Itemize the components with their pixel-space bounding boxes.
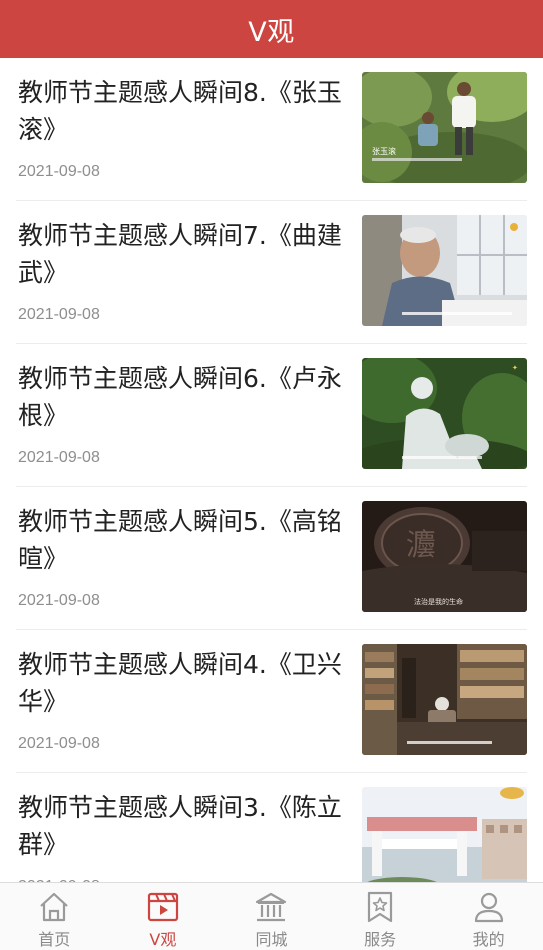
article-date: 2021-09-08 — [18, 735, 100, 752]
tab-label: 我的 — [472, 930, 505, 949]
article-thumbnail[interactable] — [362, 644, 527, 755]
star-bookmark-icon — [367, 891, 393, 923]
list-item[interactable]: 教师节主题感人瞬间5.《高铭暄》 2021-09-08 灋 法治是我的生命 — [16, 487, 527, 630]
tab-v-guan[interactable]: V观 — [109, 883, 218, 950]
home-icon — [40, 892, 69, 922]
list-item[interactable]: 教师节主题感人瞬间7.《曲建武》 2021-09-08 — [16, 201, 527, 344]
tab-label: V观 — [149, 930, 177, 949]
video-list[interactable]: 教师节主题感人瞬间8.《张玉滚》 2021-09-08 张玉滚 教师节主题感人瞬… — [0, 58, 543, 882]
article-thumbnail[interactable]: ✦ — [362, 358, 527, 469]
tab-mine[interactable]: 我的 — [434, 883, 543, 950]
tab-label: 服务 — [364, 930, 397, 949]
list-item[interactable]: 教师节主题感人瞬间3.《陈立群》 2021-09-08 — [16, 773, 527, 882]
list-item[interactable]: 教师节主题感人瞬间4.《卫兴华》 2021-09-08 — [16, 630, 527, 773]
app-header: V观 — [0, 0, 543, 58]
list-item[interactable]: 教师节主题感人瞬间8.《张玉滚》 2021-09-08 张玉滚 — [16, 58, 527, 201]
article-title[interactable]: 教师节主题感人瞬间8.《张玉滚》 — [18, 74, 354, 148]
svg-text:✦: ✦ — [512, 364, 518, 372]
article-date: 2021-09-08 — [18, 449, 100, 466]
article-thumbnail[interactable]: 张玉滚 — [362, 72, 527, 183]
tab-home[interactable]: 首页 — [0, 883, 109, 950]
tab-tongcheng[interactable]: 同城 — [217, 883, 326, 950]
article-date: 2021-09-08 — [18, 163, 100, 180]
tab-services[interactable]: 服务 — [326, 883, 435, 950]
article-title[interactable]: 教师节主题感人瞬间7.《曲建武》 — [18, 217, 354, 291]
bottom-tab-bar: 首页 V观 同城 服务 我的 — [0, 882, 543, 950]
page-title: V观 — [248, 16, 295, 48]
person-icon — [474, 892, 503, 923]
thumbnail-caption: 法治是我的生命 — [414, 597, 463, 606]
article-date: 2021-09-08 — [18, 592, 100, 609]
tab-label: 同城 — [255, 930, 288, 949]
article-thumbnail[interactable] — [362, 787, 527, 882]
article-title[interactable]: 教师节主题感人瞬间5.《高铭暄》 — [18, 503, 354, 577]
tab-label: 首页 — [38, 930, 71, 949]
svg-text:灋: 灋 — [406, 528, 436, 563]
article-thumbnail[interactable]: 灋 法治是我的生命 — [362, 501, 527, 612]
video-icon — [147, 892, 178, 922]
article-thumbnail[interactable] — [362, 215, 527, 326]
list-item[interactable]: 教师节主题感人瞬间6.《卢永根》 2021-09-08 ✦ — [16, 344, 527, 487]
article-title[interactable]: 教师节主题感人瞬间6.《卢永根》 — [18, 360, 354, 434]
building-icon — [256, 892, 287, 922]
thumbnail-caption: 张玉滚 — [372, 146, 396, 156]
article-date: 2021-09-08 — [18, 306, 100, 323]
article-title[interactable]: 教师节主题感人瞬间3.《陈立群》 — [18, 789, 354, 863]
article-title[interactable]: 教师节主题感人瞬间4.《卫兴华》 — [18, 646, 354, 720]
